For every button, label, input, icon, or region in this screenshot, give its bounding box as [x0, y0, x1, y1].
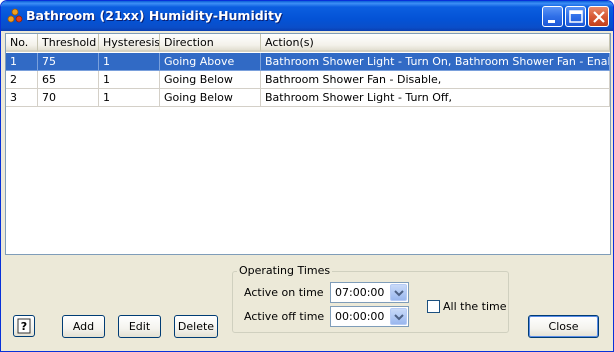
column-actions[interactable]: Action(s)	[261, 34, 610, 52]
cell-no: 2	[6, 71, 38, 89]
column-direction[interactable]: Direction	[160, 34, 261, 52]
table-row[interactable]: 1 75 1 Going Above Bathroom Shower Light…	[6, 53, 610, 71]
cell-threshold: 75	[38, 53, 99, 71]
table-row[interactable]: 3 70 1 Going Below Bathroom Shower Light…	[6, 89, 610, 107]
maximize-button[interactable]	[565, 6, 586, 27]
column-hysteresis[interactable]: Hysteresis	[99, 34, 160, 52]
add-button[interactable]: Add	[62, 315, 105, 338]
minimize-button[interactable]	[542, 6, 563, 27]
active-on-value: 07:00:00	[335, 286, 385, 299]
close-window-button[interactable]	[588, 6, 609, 27]
active-off-value: 00:00:00	[335, 310, 385, 323]
dialog-window: Bathroom (21xx) Humidity-Humidity No. Th…	[0, 0, 614, 352]
cell-direction: Going Below	[160, 71, 261, 89]
help-glyph: ?	[21, 320, 27, 333]
edit-button[interactable]: Edit	[118, 315, 161, 338]
cell-no: 3	[6, 89, 38, 107]
help-button[interactable]: ?	[13, 315, 35, 337]
active-on-time-select[interactable]: 07:00:00	[330, 282, 409, 303]
delete-button[interactable]: Delete	[174, 315, 218, 338]
app-nodes-icon	[7, 8, 23, 23]
column-no[interactable]: No.	[6, 34, 38, 52]
chevron-down-icon	[394, 290, 404, 297]
dropdown-button[interactable]	[390, 284, 407, 301]
cell-direction: Going Below	[160, 89, 261, 107]
cell-hysteresis: 1	[99, 71, 160, 89]
cell-threshold: 70	[38, 89, 99, 107]
all-the-time-label[interactable]: All the time	[443, 300, 507, 313]
help-icon: ?	[17, 318, 31, 334]
dropdown-button[interactable]	[390, 308, 407, 325]
maximize-icon	[569, 10, 583, 23]
close-icon	[593, 11, 605, 23]
cell-no: 1	[6, 53, 38, 71]
cell-actions: Bathroom Shower Light - Turn Off,	[261, 89, 610, 107]
minimize-icon	[548, 20, 555, 23]
active-off-label: Active off time	[244, 310, 325, 323]
cell-hysteresis: 1	[99, 89, 160, 107]
chevron-down-icon	[394, 314, 404, 321]
cell-threshold: 65	[38, 71, 99, 89]
close-button[interactable]: Close	[528, 315, 599, 338]
cell-direction: Going Above	[160, 53, 261, 71]
title-bar[interactable]: Bathroom (21xx) Humidity-Humidity	[1, 1, 613, 31]
list-header: No. Threshold Hysteresis Direction Actio…	[6, 34, 610, 52]
active-off-time-select[interactable]: 00:00:00	[330, 306, 409, 327]
cell-actions: Bathroom Shower Fan - Disable,	[261, 71, 610, 89]
cell-hysteresis: 1	[99, 53, 160, 71]
window-title: Bathroom (21xx) Humidity-Humidity	[26, 8, 283, 23]
operating-times-legend: Operating Times	[237, 264, 333, 277]
thresholds-list[interactable]: No. Threshold Hysteresis Direction Actio…	[5, 33, 611, 255]
column-threshold[interactable]: Threshold	[38, 34, 99, 52]
cell-actions: Bathroom Shower Light - Turn On, Bathroo…	[261, 53, 610, 71]
active-on-label: Active on time	[244, 286, 324, 299]
all-the-time-checkbox[interactable]	[427, 300, 440, 313]
table-row[interactable]: 2 65 1 Going Below Bathroom Shower Fan -…	[6, 71, 610, 89]
